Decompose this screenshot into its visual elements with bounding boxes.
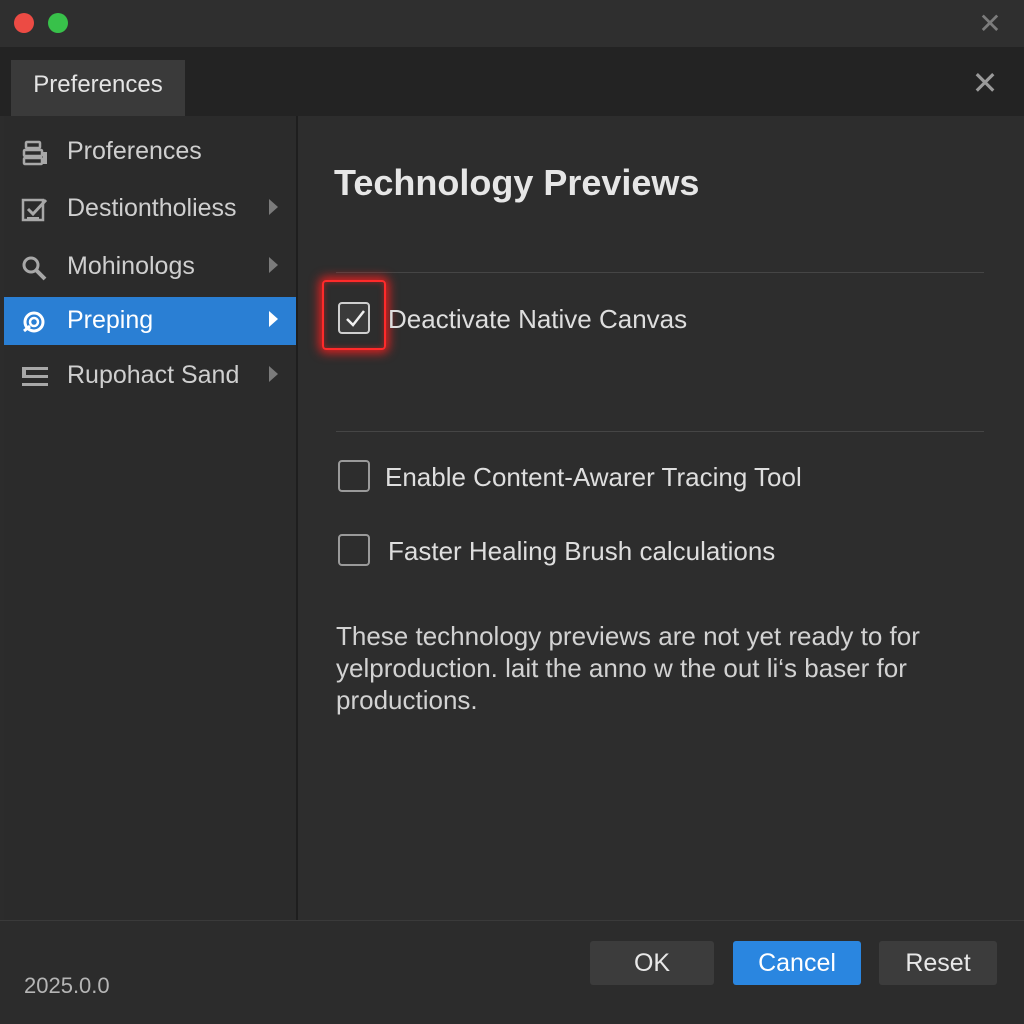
divider <box>336 431 984 432</box>
option-content-aware-tracing[interactable]: Enable Content-Awarer Tracing Tool <box>338 456 838 496</box>
title-bar: ✕ <box>0 0 1024 48</box>
checkbox[interactable] <box>338 534 370 566</box>
description-text: These technology previews are not yet re… <box>336 620 976 716</box>
option-faster-healing-brush[interactable]: Faster Healing Brush calculations <box>338 530 838 570</box>
version-label: 2025.0.0 <box>24 973 110 998</box>
tab-preferences[interactable]: Preferences <box>11 60 185 116</box>
sidebar-item-mohinologs[interactable]: Mohinologs <box>4 243 296 291</box>
description-line: yelproduction. lait the anno w the out l… <box>336 653 907 683</box>
window-close-icon[interactable]: ✕ <box>976 10 1004 38</box>
footer-bar: 2025.0.0 OK Cancel Reset <box>0 920 1024 1024</box>
description-line: productions. <box>336 685 478 715</box>
checkbox[interactable] <box>338 302 370 334</box>
tab-bar: Preferences ✕ <box>0 48 1024 116</box>
sidebar-item-preping[interactable]: Preping <box>4 297 296 345</box>
option-deactivate-native-canvas[interactable]: Deactivate Native Canvas <box>338 298 758 338</box>
checkbox[interactable] <box>338 460 370 492</box>
cancel-button[interactable]: Cancel <box>733 941 861 985</box>
sidebar-item-label: Rupohact Sand <box>67 361 240 389</box>
sidebar-item-label: Destiontholiess <box>67 194 237 222</box>
sidebar-item-label: Proferences <box>67 137 202 165</box>
chevron-right-icon <box>269 311 278 327</box>
description-line: These technology previews are not yet re… <box>336 621 920 651</box>
sidebar: Proferences Destiontholiess Mohinologs P… <box>4 116 298 920</box>
dialog-close-icon[interactable]: ✕ <box>970 67 1000 99</box>
option-label: Faster Healing Brush calculations <box>388 536 776 566</box>
chevron-right-icon <box>269 199 278 215</box>
list-icon <box>22 367 48 386</box>
page-title: Technology Previews <box>334 162 700 203</box>
divider <box>336 272 984 273</box>
chevron-right-icon <box>269 257 278 273</box>
content-panel: Technology Previews Deactivate Native Ca… <box>298 116 1024 920</box>
chevron-right-icon <box>269 366 278 382</box>
close-window-dot[interactable] <box>14 13 34 33</box>
sidebar-item-label: Preping <box>67 306 154 334</box>
checkmark-icon <box>346 310 365 327</box>
maximize-window-dot[interactable] <box>48 13 68 33</box>
sidebar-item-destiontholiess[interactable]: Destiontholiess <box>4 185 296 233</box>
sidebar-item-label: Mohinologs <box>67 252 195 280</box>
preferences-icon <box>22 140 47 166</box>
reset-button[interactable]: Reset <box>879 941 997 985</box>
option-label: Enable Content-Awarer Tracing Tool <box>385 462 802 492</box>
sidebar-item-rupohact-sand[interactable]: Rupohact Sand <box>4 352 296 400</box>
refresh-icon <box>23 311 45 333</box>
option-label: Deactivate Native Canvas <box>388 304 688 334</box>
checklist-icon <box>21 198 48 222</box>
search-icon <box>22 256 47 281</box>
ok-button[interactable]: OK <box>590 941 714 985</box>
sidebar-item-proferences[interactable]: Proferences <box>4 128 296 176</box>
